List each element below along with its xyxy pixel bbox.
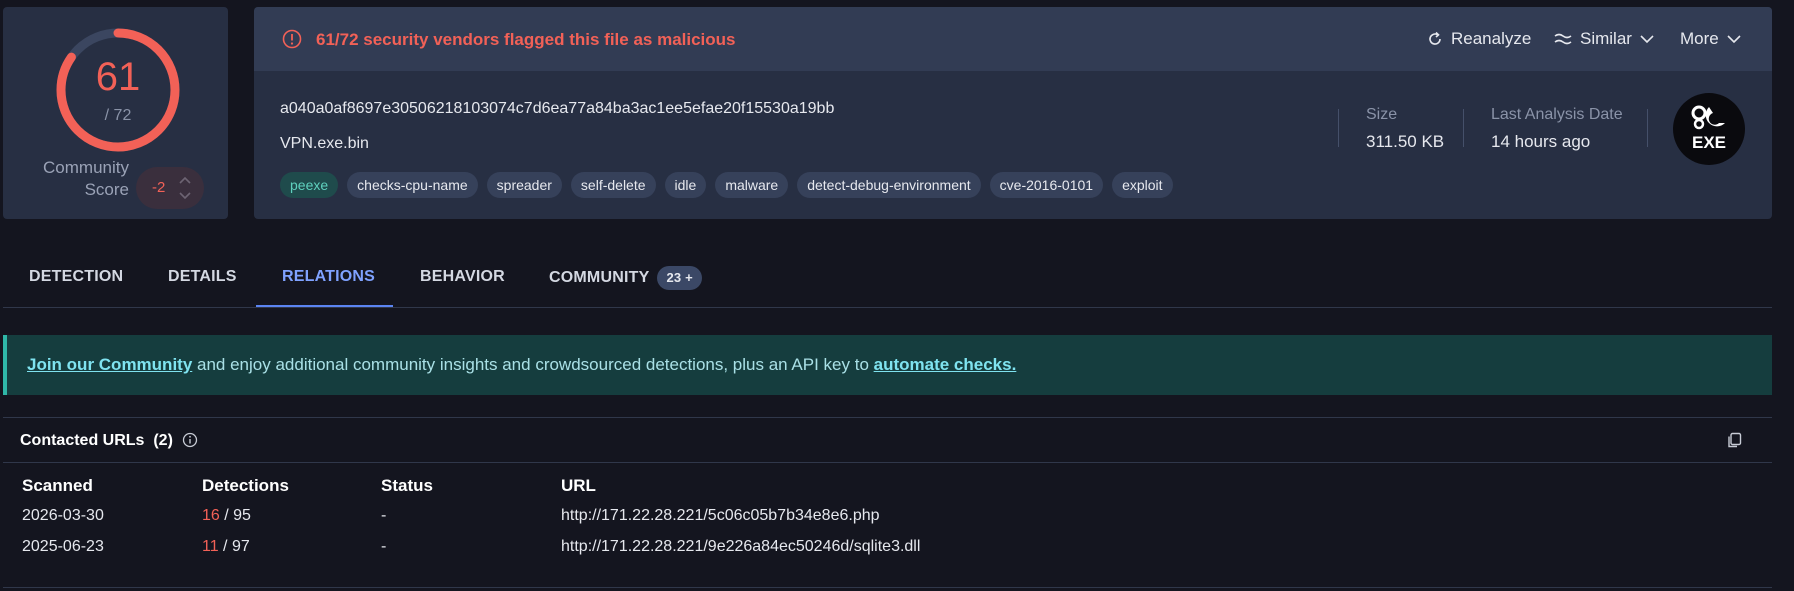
tag[interactable]: cve-2016-0101 xyxy=(989,172,1104,198)
banner-text: Join our Community and enjoy additional … xyxy=(27,355,1016,375)
detection-total: / 72 xyxy=(104,107,132,124)
column-header-scanned: Scanned xyxy=(22,476,93,495)
join-community-link[interactable]: Join our Community xyxy=(27,355,192,374)
more-dropdown[interactable]: More xyxy=(1680,29,1741,49)
tab-relations[interactable]: RELATIONS xyxy=(282,268,375,286)
section-header-divider xyxy=(3,462,1772,463)
community-score-value: -2 xyxy=(152,179,166,196)
divider xyxy=(1647,109,1648,147)
community-score-label: Community Score xyxy=(21,157,129,201)
tag[interactable]: checks-cpu-name xyxy=(347,172,478,198)
detections-total: / 97 xyxy=(218,538,250,555)
community-banner: Join our Community and enjoy additional … xyxy=(3,335,1772,395)
file-hash[interactable]: a040a0af8697e30506218103074c7d6ea77a84ba… xyxy=(280,100,834,118)
tag[interactable]: detect-debug-environment xyxy=(797,172,981,198)
exe-file-icon: EXE xyxy=(1673,93,1745,165)
detections-cell: 11 / 97 xyxy=(202,538,250,556)
detections-count: 16 xyxy=(202,507,220,524)
size-label: Size xyxy=(1366,106,1398,123)
tab-behavior[interactable]: BEHAVIOR xyxy=(420,268,505,286)
community-score-pill: -2 xyxy=(136,167,204,209)
tab-details[interactable]: DETAILS xyxy=(168,268,237,286)
malicious-alert-text: 61/72 security vendors flagged this file… xyxy=(316,30,736,49)
contacted-urls-title: Contacted URLs (2) xyxy=(20,432,173,450)
status-cell: - xyxy=(381,507,387,524)
file-name: VPN.exe.bin xyxy=(280,135,369,152)
detections-cell: 16 / 95 xyxy=(202,507,251,525)
reanalyze-button[interactable]: Reanalyze xyxy=(1427,29,1531,49)
chevron-down-icon xyxy=(1727,35,1741,44)
info-icon[interactable] xyxy=(182,432,198,448)
table-bottom-divider xyxy=(3,587,1772,588)
file-tags: peexe checks-cpu-name spreader self-dele… xyxy=(280,172,1173,198)
divider xyxy=(1338,109,1339,147)
tag[interactable]: spreader xyxy=(486,172,562,198)
detection-count: 61 xyxy=(95,55,141,99)
malicious-alert-bar: 61/72 security vendors flagged this file… xyxy=(254,7,1772,71)
banner-middle-text: and enjoy additional community insights … xyxy=(192,355,874,374)
size-value: 311.50 KB xyxy=(1366,132,1445,151)
tab-community-label: COMMUNITY xyxy=(549,269,650,287)
similar-dropdown[interactable]: Similar xyxy=(1554,29,1654,49)
community-label-line1: Community xyxy=(43,158,129,177)
column-header-status: Status xyxy=(381,476,433,495)
section-count: (2) xyxy=(153,432,173,449)
community-count-badge: 23 + xyxy=(657,266,702,290)
divider xyxy=(1463,109,1464,147)
automate-checks-link[interactable]: automate checks. xyxy=(874,355,1017,374)
tag[interactable]: self-delete xyxy=(570,172,656,198)
file-summary-card: 61/72 security vendors flagged this file… xyxy=(254,7,1772,219)
tag[interactable]: peexe xyxy=(280,172,339,198)
gears-icon xyxy=(1691,105,1725,130)
more-label: More xyxy=(1680,29,1719,48)
exe-label: EXE xyxy=(1691,133,1727,152)
refresh-icon xyxy=(1429,31,1441,45)
community-label-line2: Score xyxy=(84,180,129,199)
scanned-date: 2026-03-30 xyxy=(22,507,104,524)
similar-label: Similar xyxy=(1580,29,1632,48)
detections-total: / 95 xyxy=(219,507,251,524)
tabs-divider xyxy=(3,307,1772,308)
tab-detection[interactable]: DETECTION xyxy=(29,268,123,286)
tag[interactable]: idle xyxy=(664,172,707,198)
last-analysis-label: Last Analysis Date xyxy=(1491,106,1623,123)
section-divider xyxy=(3,417,1772,418)
reanalyze-label: Reanalyze xyxy=(1451,29,1532,48)
chevron-down-icon xyxy=(1640,35,1654,44)
detections-count: 11 xyxy=(202,538,219,555)
tab-bar: DETECTION DETAILS RELATIONS BEHAVIOR COM… xyxy=(0,250,1772,308)
url-link[interactable]: http://171.22.28.221/5c06c05b7b34e8e6.ph… xyxy=(561,507,880,525)
scanned-date: 2025-06-23 xyxy=(22,538,104,555)
vote-arrows-icon[interactable] xyxy=(178,174,192,202)
column-header-detections: Detections xyxy=(202,476,289,495)
similar-icon xyxy=(1554,33,1572,45)
status-cell: - xyxy=(381,538,387,555)
detection-score-card: 61 / 72 Community Score -2 xyxy=(3,7,228,219)
tab-community[interactable]: COMMUNITY 23 + xyxy=(549,266,702,290)
copy-icon[interactable] xyxy=(1726,431,1744,449)
tag[interactable]: malware xyxy=(715,172,789,198)
tag[interactable]: exploit xyxy=(1112,172,1173,198)
last-analysis-value: 14 hours ago xyxy=(1491,132,1591,151)
section-title-text: Contacted URLs xyxy=(20,432,145,449)
detection-gauge: 61 / 72 xyxy=(53,25,183,155)
url-link[interactable]: http://171.22.28.221/9e226a84ec50246d/sq… xyxy=(561,538,920,556)
column-header-url: URL xyxy=(561,476,596,495)
alert-circle-icon xyxy=(282,29,302,49)
